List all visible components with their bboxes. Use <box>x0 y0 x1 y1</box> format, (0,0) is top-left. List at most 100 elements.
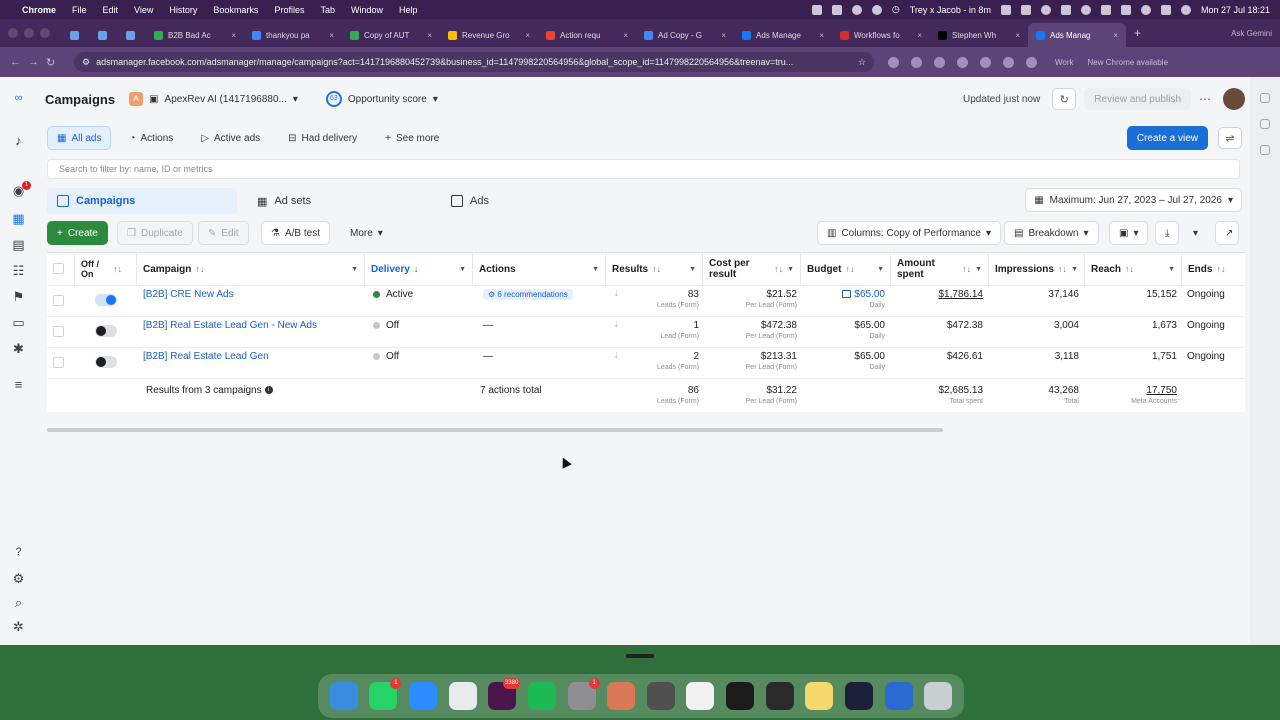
dock-app-whatsapp-icon[interactable]: 1 <box>369 678 402 710</box>
close-tab-icon[interactable]: × <box>525 31 530 40</box>
browser-tab[interactable]: Ad Copy - G × <box>636 23 734 47</box>
close-tab-icon[interactable]: × <box>1015 31 1020 40</box>
campaign-name-link[interactable]: [B2B] Real Estate Lead Gen - New Ads <box>143 317 317 331</box>
column-campaign[interactable]: Campaign ↑↓ ▼ <box>137 253 365 285</box>
events-manager-icon[interactable]: ✱ <box>11 341 26 356</box>
extension-icon[interactable] <box>911 56 922 68</box>
column-off-on[interactable]: Off / On ↑↓ <box>75 253 137 285</box>
review-and-publish-button[interactable]: Review and publish <box>1084 88 1191 110</box>
duplicate-button[interactable]: ❐ Duplicate <box>117 221 193 245</box>
date-range-picker[interactable]: ▦ Maximum: Jun 27, 2023 – Jul 27, 2026 ▾ <box>1025 188 1242 212</box>
campaign-toggle[interactable] <box>95 294 117 306</box>
status-icon[interactable] <box>1060 4 1071 15</box>
more-button[interactable]: More ▾ <box>340 221 393 245</box>
close-tab-icon[interactable]: × <box>917 31 922 40</box>
tab-ads[interactable]: Ads <box>441 188 499 214</box>
siri-icon[interactable] <box>1180 4 1191 15</box>
close-tab-icon[interactable]: × <box>819 31 824 40</box>
status-icon[interactable] <box>1040 4 1051 15</box>
menu-view[interactable]: View <box>134 5 153 15</box>
column-amount-spent[interactable]: Amount spent ↑↓ ▼ <box>891 253 989 285</box>
columns-button[interactable]: ▥ Columns: Copy of Performance ▾ <box>817 221 1001 245</box>
bookmark-star-icon[interactable]: ☆ <box>858 57 866 68</box>
recommendations-link[interactable]: ⚙ 6 recommendations <box>483 289 573 300</box>
extension-icon[interactable] <box>888 56 899 68</box>
browser-tab[interactable]: Action requ × <box>538 23 636 47</box>
see-more-button[interactable]: + See more <box>375 126 449 150</box>
browser-tab[interactable]: Copy of AUT × <box>342 23 440 47</box>
pinned-tab[interactable] <box>90 23 118 47</box>
campaign-name-link[interactable]: [B2B] Real Estate Lead Gen <box>143 348 269 362</box>
close-tab-icon[interactable]: × <box>1113 31 1118 40</box>
campaign-name-link[interactable]: [B2B] CRE New Ads <box>143 286 234 300</box>
table-row[interactable]: [B2B] Real Estate Lead Gen Off — ⇣ 2 Lead… <box>47 347 1245 378</box>
dock-app-bars-app-icon[interactable] <box>765 682 794 710</box>
site-info-icon[interactable]: ⚙ <box>82 57 90 68</box>
dock-app-spiral-icon[interactable] <box>726 682 755 710</box>
reports-icon[interactable]: ▤ <box>11 237 26 252</box>
dock-app-gear-app-icon[interactable] <box>884 682 913 710</box>
more-options-icon[interactable]: ⋯ <box>1199 92 1211 106</box>
back-icon[interactable]: ← <box>10 56 28 68</box>
results-trend-icon[interactable]: ⇣ <box>613 348 620 360</box>
avatar[interactable] <box>1223 88 1245 110</box>
create-view-button[interactable]: Create a view <box>1126 126 1208 150</box>
row-checkbox[interactable] <box>53 357 64 368</box>
window-resize-handle[interactable] <box>626 654 654 658</box>
meta-logo-icon[interactable]: ∞ <box>11 91 26 106</box>
column-results[interactable]: Results ↑↓ ▼ <box>606 253 703 285</box>
filter-had-delivery[interactable]: ⊟ Had delivery <box>278 126 367 150</box>
bug-report-icon[interactable]: ✲ <box>11 619 26 634</box>
table-row[interactable]: [B2B] Real Estate Lead Gen - New Ads Off… <box>47 316 1245 347</box>
close-tab-icon[interactable]: × <box>623 31 628 40</box>
filter-settings-icon[interactable]: ⇌ <box>1218 127 1242 149</box>
column-actions[interactable]: Actions ▼ <box>473 253 606 285</box>
menu-icon[interactable]: ≡ <box>11 377 26 392</box>
campaigns-table-icon[interactable]: ▦ <box>11 211 26 226</box>
menu-app-name[interactable]: Chrome <box>22 5 56 15</box>
opportunity-score[interactable]: 63 Opportunity score ▾ <box>325 91 438 107</box>
budget-value[interactable]: $65.00 Daily <box>805 286 885 309</box>
forward-icon[interactable]: → <box>28 56 46 68</box>
select-all-checkbox[interactable] <box>53 263 64 274</box>
billing-icon[interactable]: ▭ <box>11 315 26 330</box>
dock-app-finder-icon[interactable] <box>329 682 358 710</box>
column-cost-per-result[interactable]: Cost per result ↑↓ ▼ <box>703 253 801 285</box>
filter-all-ads[interactable]: ▦ All ads <box>47 126 112 150</box>
results-trend-icon[interactable]: ⇣ <box>613 317 620 329</box>
browser-tab[interactable]: B2B Bad Ac × <box>146 23 244 47</box>
status-icon[interactable] <box>831 4 842 15</box>
campaign-toggle[interactable] <box>95 356 117 368</box>
info-icon[interactable]: i <box>264 386 273 395</box>
menu-file[interactable]: File <box>72 5 87 15</box>
menu-help[interactable]: Help <box>399 5 418 15</box>
wifi-icon[interactable] <box>1140 4 1151 15</box>
filter-active-ads[interactable]: ▷ Active ads <box>191 126 270 150</box>
battery-icon[interactable] <box>1120 4 1131 15</box>
menu-tab[interactable]: Tab <box>320 5 335 15</box>
status-icon[interactable] <box>811 4 822 15</box>
dock-app-system-settings-icon[interactable]: 1 <box>567 678 600 710</box>
extension-icon[interactable] <box>934 56 945 68</box>
calendar-event[interactable]: Trey x Jacob - in 8m <box>910 5 991 15</box>
row-checkbox[interactable] <box>53 326 64 337</box>
results-trend-icon[interactable]: ⇣ <box>613 286 620 298</box>
breakdown-button[interactable]: ▤ Breakdown ▾ <box>1004 221 1099 245</box>
close-tab-icon[interactable]: × <box>231 31 236 40</box>
side-panel-icon[interactable] <box>1260 119 1270 129</box>
dock-app-calculator-icon[interactable] <box>646 682 675 710</box>
dock-app-slack-icon[interactable]: 3380 <box>488 678 521 710</box>
reports-button[interactable]: ▣ ▾ <box>1109 221 1149 245</box>
pinned-tab[interactable] <box>118 23 146 47</box>
refresh-button[interactable]: ↻ <box>1052 88 1077 110</box>
horizontal-scrollbar[interactable] <box>47 428 943 432</box>
side-panel-icon[interactable] <box>1260 93 1270 103</box>
account-selector[interactable]: A ▣ ApexRev AI (1417196880... ▾ <box>129 92 298 106</box>
create-button[interactable]: + Create <box>47 221 108 245</box>
menu-bookmarks[interactable]: Bookmarks <box>213 5 258 15</box>
search-input[interactable]: Search to filter by: name, ID or metrics <box>47 159 1240 179</box>
dock-app-cursor-app-icon[interactable] <box>844 682 873 710</box>
dock-app-chrome-icon[interactable] <box>448 682 477 710</box>
close-window-button[interactable] <box>8 28 18 38</box>
browser-tab[interactable]: Workflows fo × <box>832 23 930 47</box>
